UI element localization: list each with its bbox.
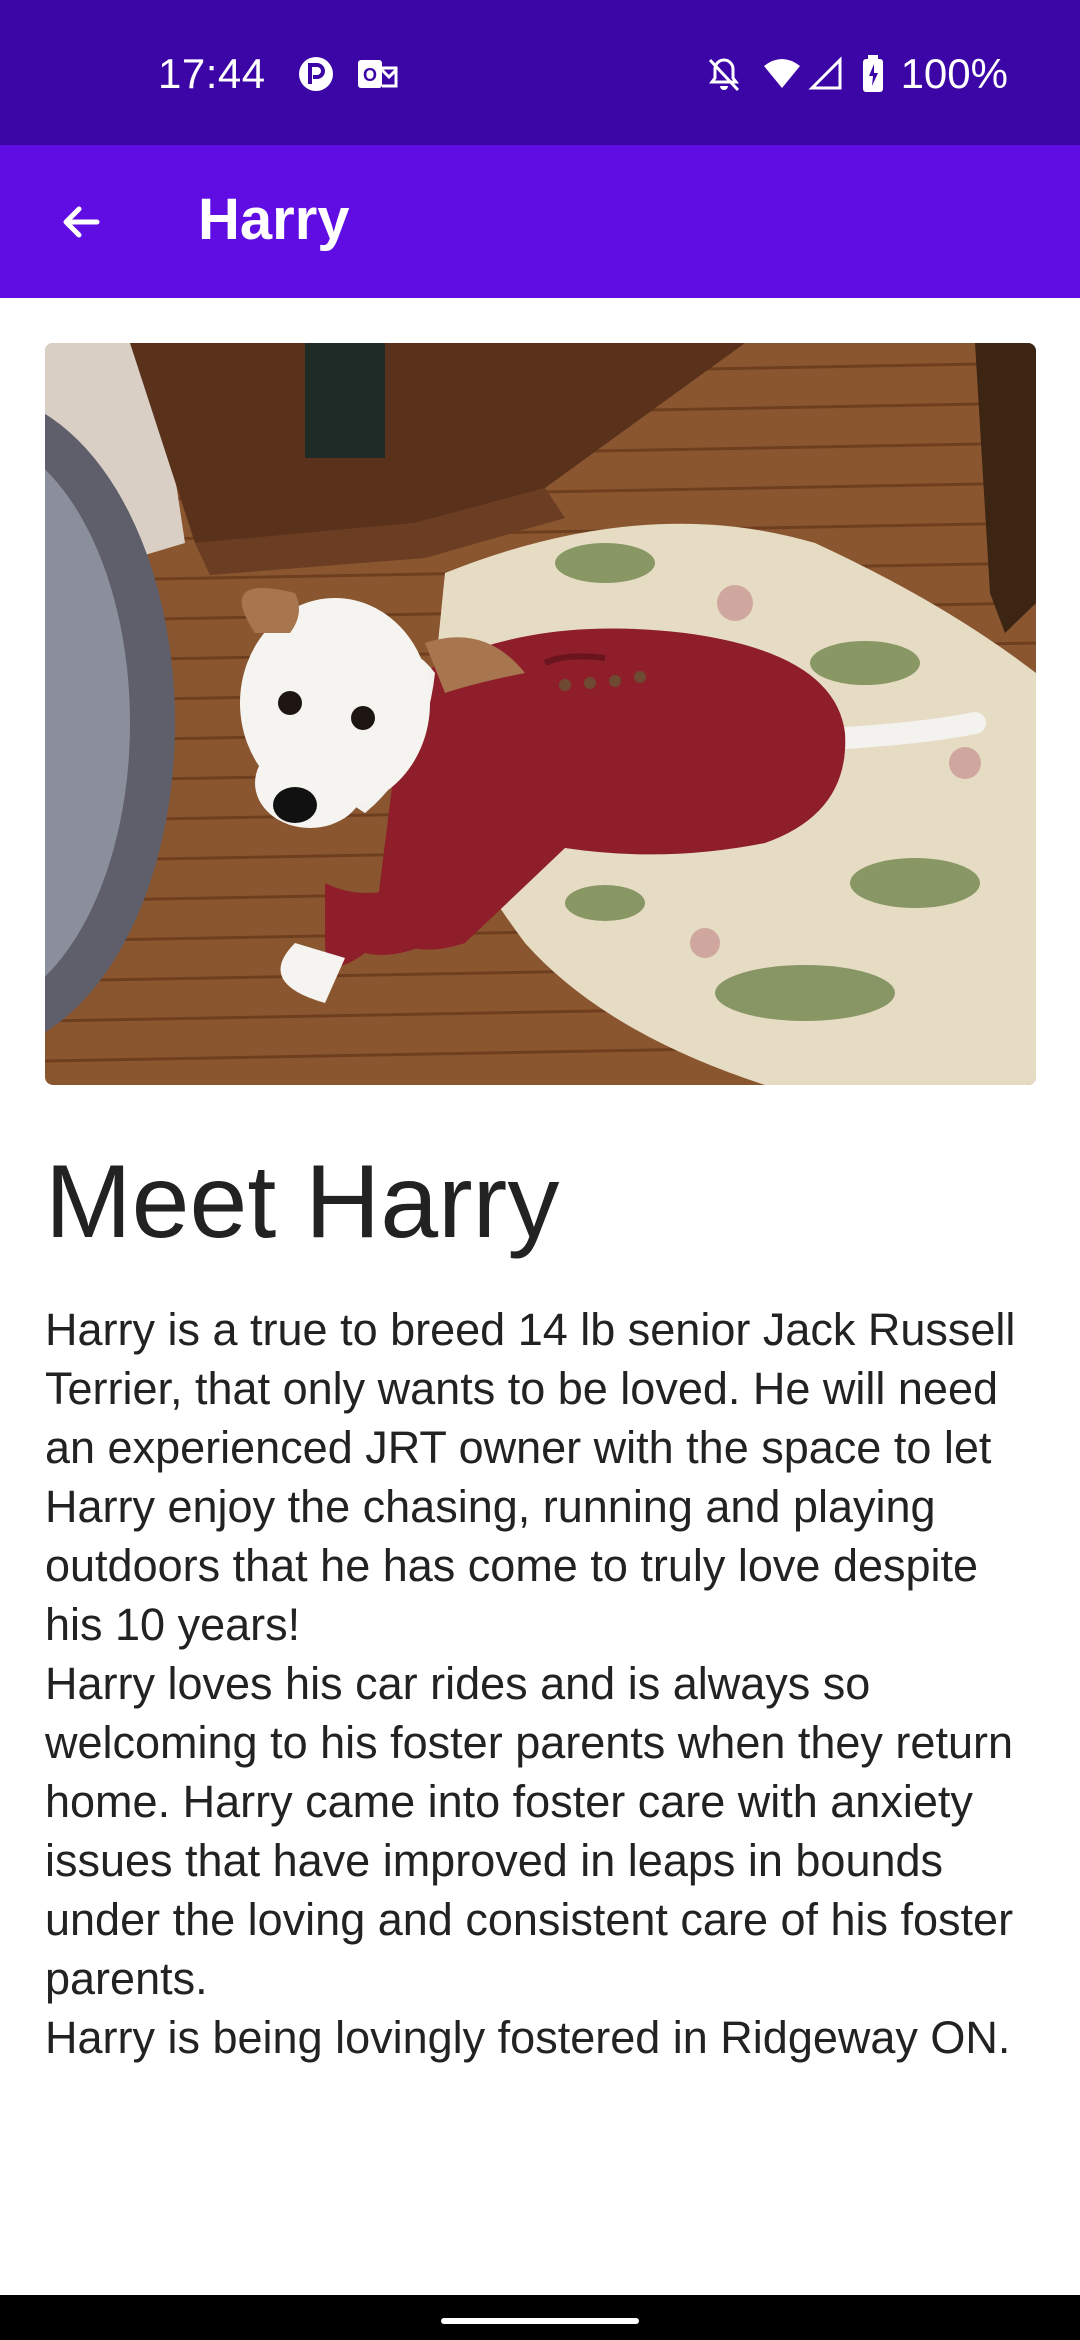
app-bar-title: Harry [198, 187, 350, 252]
outlook-mail-icon: O [356, 54, 398, 94]
wifi-icon [762, 54, 802, 94]
description-paragraph: Harry is a true to breed 14 lb senior Ja… [45, 1304, 1016, 1650]
description-paragraph: Harry is being lovingly fostered in Ridg… [45, 2012, 1011, 2063]
home-indicator[interactable] [441, 2318, 639, 2324]
back-button[interactable] [36, 177, 126, 267]
pet-photo [45, 343, 1036, 1085]
cell-signal-icon [808, 54, 848, 94]
app-bar: Harry [0, 145, 1080, 298]
arrow-back-icon [63, 206, 100, 238]
description-paragraph: Harry loves his car rides and is always … [45, 1658, 1014, 2004]
pet-description: Harry is a true to breed 14 lb senior Ja… [45, 1300, 1045, 2067]
status-bar: 17:44 O 100% [0, 0, 1080, 145]
app-notification-icon [296, 54, 336, 94]
pet-heading: Meet Harry [45, 1144, 560, 1260]
navigation-bar [0, 2295, 1080, 2340]
battery-icon [860, 54, 900, 94]
svg-text:O: O [363, 65, 377, 85]
notifications-off-icon [704, 54, 744, 94]
status-time: 17:44 [158, 50, 266, 97]
battery-percentage: 100% [900, 50, 1008, 97]
